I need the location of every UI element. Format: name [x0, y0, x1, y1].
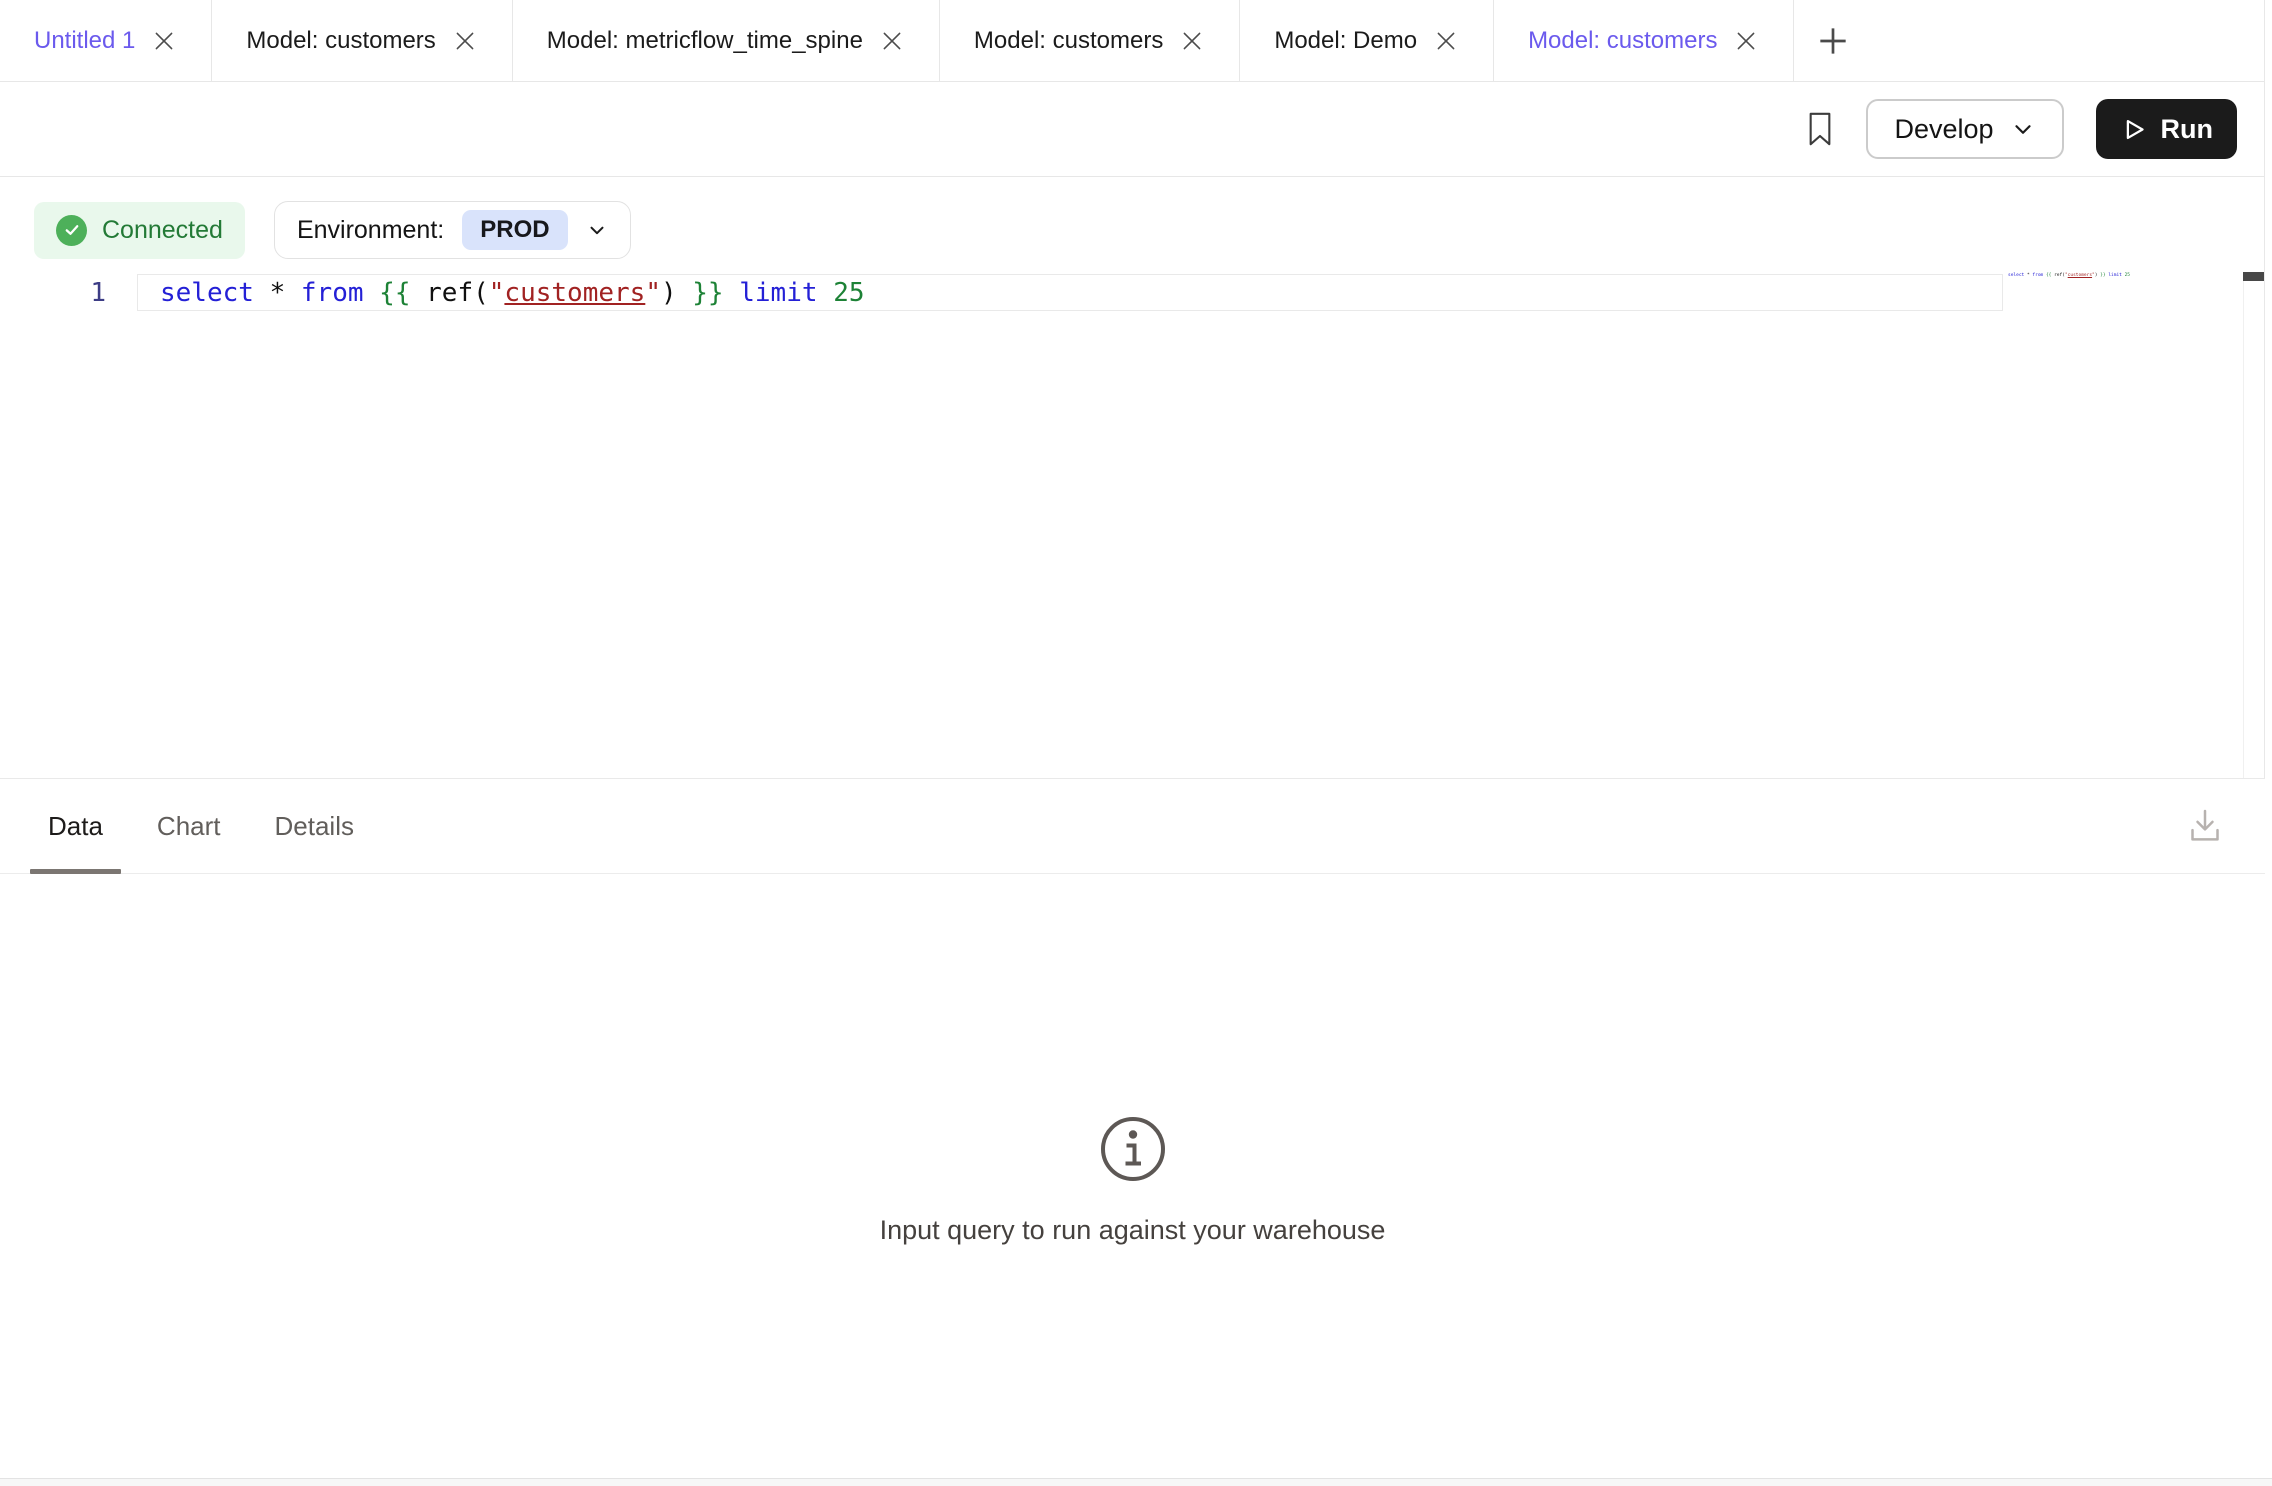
- code-token: {{: [379, 278, 410, 308]
- environment-label: Environment:: [297, 216, 444, 245]
- line-number: 1: [0, 275, 106, 311]
- connection-status-badge: Connected: [34, 202, 245, 259]
- run-button-label: Run: [2161, 114, 2213, 145]
- code-token: select: [2008, 273, 2024, 278]
- editor-tab[interactable]: Model: Demo: [1240, 0, 1494, 81]
- results-tab-bar: DataChartDetails: [0, 779, 2265, 874]
- editor-status-row: Connected Environment: PROD: [34, 201, 631, 259]
- code-token: ": [645, 278, 661, 308]
- close-icon[interactable]: [151, 28, 177, 54]
- code-token: }}: [692, 278, 723, 308]
- code-token: ref(: [410, 278, 488, 308]
- editor-scrollbar-track: [2243, 272, 2244, 778]
- code-token: ": [489, 278, 505, 308]
- code-token: 25: [2125, 273, 2130, 278]
- code-token: limit: [2108, 273, 2122, 278]
- close-icon[interactable]: [879, 28, 905, 54]
- develop-button-label: Develop: [1894, 114, 1993, 145]
- bookmark-icon: [1806, 110, 1834, 148]
- tab-label: Model: customers: [974, 27, 1163, 55]
- code-token: customers: [504, 278, 645, 308]
- editor-tab[interactable]: Model: customers: [940, 0, 1240, 81]
- bookmark-button[interactable]: [1806, 110, 1834, 148]
- editor-minimap: select * from {{ ref("customers") }} lim…: [2008, 271, 2168, 285]
- plus-icon: [1814, 22, 1852, 60]
- connection-status-label: Connected: [102, 216, 223, 245]
- code-token: ): [661, 278, 692, 308]
- code-token: from: [2032, 273, 2043, 278]
- code-token: limit: [739, 278, 817, 308]
- tab-label: Model: metricflow_time_spine: [547, 27, 863, 55]
- tab-label: Model: Demo: [1274, 27, 1417, 55]
- results-tab-data[interactable]: Data: [30, 779, 121, 873]
- editor-tab[interactable]: Untitled 1: [0, 0, 212, 81]
- environment-selector[interactable]: Environment: PROD: [274, 201, 631, 259]
- add-tab-button[interactable]: [1794, 0, 1872, 81]
- code-token: [364, 278, 380, 308]
- results-panel: DataChartDetails Input query to run agai…: [0, 778, 2265, 1478]
- bottom-edge-strip: [0, 1478, 2272, 1486]
- chevron-down-icon: [586, 219, 608, 241]
- environment-value-badge: PROD: [462, 210, 567, 250]
- results-tab-chart[interactable]: Chart: [139, 779, 239, 873]
- tab-label: Untitled 1: [34, 27, 135, 55]
- empty-state: Input query to run against your warehous…: [0, 1113, 2265, 1246]
- chevron-down-icon: [2010, 116, 2036, 142]
- check-circle-icon: [56, 215, 87, 246]
- code-line-input[interactable]: select * from {{ ref("customers") }} lim…: [137, 274, 2003, 311]
- code-token: [724, 278, 740, 308]
- editor-scrollbar-thumb[interactable]: [2243, 272, 2264, 281]
- empty-state-message: Input query to run against your warehous…: [880, 1215, 1386, 1246]
- code-token: [818, 278, 834, 308]
- play-icon: [2120, 116, 2147, 143]
- tab-label: Model: customers: [1528, 27, 1717, 55]
- develop-button[interactable]: Develop: [1866, 99, 2063, 159]
- code-token: 25: [833, 278, 864, 308]
- close-icon[interactable]: [452, 28, 478, 54]
- close-icon[interactable]: [1733, 28, 1759, 54]
- code-token: ref(: [2051, 273, 2065, 278]
- code-token: from: [301, 278, 364, 308]
- code-token: select: [160, 278, 254, 308]
- results-tab-details[interactable]: Details: [257, 779, 372, 873]
- close-icon[interactable]: [1433, 28, 1459, 54]
- app-window: Untitled 1 Model: customers Model: metricf…: [0, 0, 2272, 1486]
- download-icon: [2185, 806, 2225, 846]
- editor-tab[interactable]: Model: customers: [212, 0, 512, 81]
- code-token: *: [254, 278, 301, 308]
- tab-bar: Untitled 1 Model: customers Model: metricf…: [0, 0, 2264, 82]
- editor-tab[interactable]: Model: customers: [1494, 0, 1794, 81]
- run-button[interactable]: Run: [2096, 99, 2237, 159]
- sql-editor: Connected Environment: PROD 1 select * f…: [0, 177, 2264, 778]
- main-frame: Untitled 1 Model: customers Model: metricf…: [0, 0, 2265, 1478]
- code-token: customers: [2068, 273, 2092, 278]
- info-icon: [1097, 1113, 1169, 1185]
- tab-label: Model: customers: [246, 27, 435, 55]
- close-icon[interactable]: [1179, 28, 1205, 54]
- editor-tab[interactable]: Model: metricflow_time_spine: [513, 0, 940, 81]
- download-button[interactable]: [2185, 806, 2225, 846]
- toolbar: Develop Run: [0, 82, 2264, 177]
